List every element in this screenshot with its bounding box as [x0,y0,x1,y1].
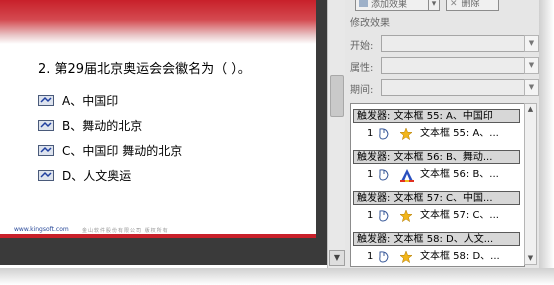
start-label: 开始: [350,41,374,52]
effect-text: 文本框 57: C、... [420,210,499,221]
effect-number: 1 [367,210,374,221]
option-a[interactable]: A、中国印 [38,92,118,108]
option-bullet-icon [38,94,54,106]
mouse-click-icon [378,251,390,266]
window-edge-shadow [539,0,554,268]
property-select[interactable] [381,57,525,74]
slide-canvas[interactable]: 2. 第29届北京奥运会会徽名为（ ）。 A、中国印 B、舞动的北京 C、中国印… [0,0,316,238]
slide-scrollbar-thumb[interactable] [330,75,344,117]
option-bullet-icon [38,144,54,156]
option-bullet-icon [38,119,54,131]
footer-text: 金山软件股份有限公司 版权所有 [82,228,169,234]
option-d-label: D、人文奥运 [62,168,132,183]
trigger-row[interactable]: 触发器: 文本框 55: A、中国印 [353,109,520,123]
animation-list-scrollbar[interactable] [524,103,537,265]
effect-text: 文本框 55: A、... [420,128,499,139]
mouse-click-icon [378,128,390,146]
option-d[interactable]: D、人文奥运 [38,167,131,183]
property-label: 属性: [350,63,374,74]
animation-list[interactable]: 触发器: 文本框 55: A、中国印 1 文本框 55: A、... 触发器: … [350,103,525,267]
trigger-row[interactable]: 触发器: 文本框 56: B、舞动... [353,150,520,164]
scroll-down-arrow-icon[interactable]: ▼ [525,253,536,264]
option-b-label: B、舞动的北京 [62,118,143,133]
modify-effect-heading: 修改效果 [350,18,390,29]
trigger-row[interactable]: 触发器: 文本框 58: D、人文... [353,232,520,246]
effect-row[interactable]: 1 文本框 55: A、... [353,126,520,142]
chevron-down-icon[interactable]: ▼ [524,79,539,96]
add-effect-dropdown-arrow[interactable]: ▾ [428,0,440,11]
question-text[interactable]: 2. 第29届北京奥运会会徽名为（ ）。 [38,58,251,77]
duration-label: 期间: [350,85,374,96]
slide-scrollbar[interactable] [327,0,345,268]
window-bottom-shadow [0,268,554,285]
star-effect-icon [399,127,413,146]
option-c[interactable]: C、中国印 舞动的北京 [38,142,182,158]
duration-select[interactable] [381,79,525,96]
chevron-down-icon[interactable]: ▼ [524,35,539,52]
effect-row[interactable]: 1 文本框 56: B、... [353,167,520,183]
star-effect-icon [399,209,413,228]
star-effect-icon [399,250,413,266]
effect-row[interactable]: 1 文本框 58: D、... [353,249,520,265]
font-color-icon [400,169,414,188]
start-select[interactable] [381,35,525,52]
option-b[interactable]: B、舞动的北京 [38,117,142,133]
slide-header-band [0,0,316,44]
effect-text: 文本框 58: D、... [420,251,500,262]
effect-number: 1 [367,251,374,262]
option-c-label: C、中国印 舞动的北京 [62,143,183,158]
scroll-up-arrow-icon[interactable]: ▲ [525,104,536,115]
delete-icon: ✕ [450,0,458,9]
chevron-down-icon[interactable]: ▼ [524,57,539,74]
slide-footer-stripe [0,234,316,238]
effect-number: 1 [367,128,374,139]
delete-effect-label: 删除 [461,0,480,9]
effect-text: 文本框 56: B、... [420,169,499,180]
mouse-click-icon [378,169,390,187]
mouse-click-icon [378,210,390,228]
effect-row[interactable]: 1 文本框 57: C、... [353,208,520,224]
add-effect-label: 添加效果 [371,0,408,10]
footer-url: www.kingsoft.com [14,226,69,233]
scroll-down-arrow-icon[interactable]: ▼ [329,250,345,266]
add-effect-icon [359,0,368,7]
trigger-row[interactable]: 触发器: 文本框 57: C、中国... [353,191,520,205]
option-bullet-icon [38,169,54,181]
option-a-label: A、中国印 [62,93,119,108]
effect-number: 1 [367,169,374,180]
delete-effect-button[interactable]: ✕ 删除 [446,0,499,11]
